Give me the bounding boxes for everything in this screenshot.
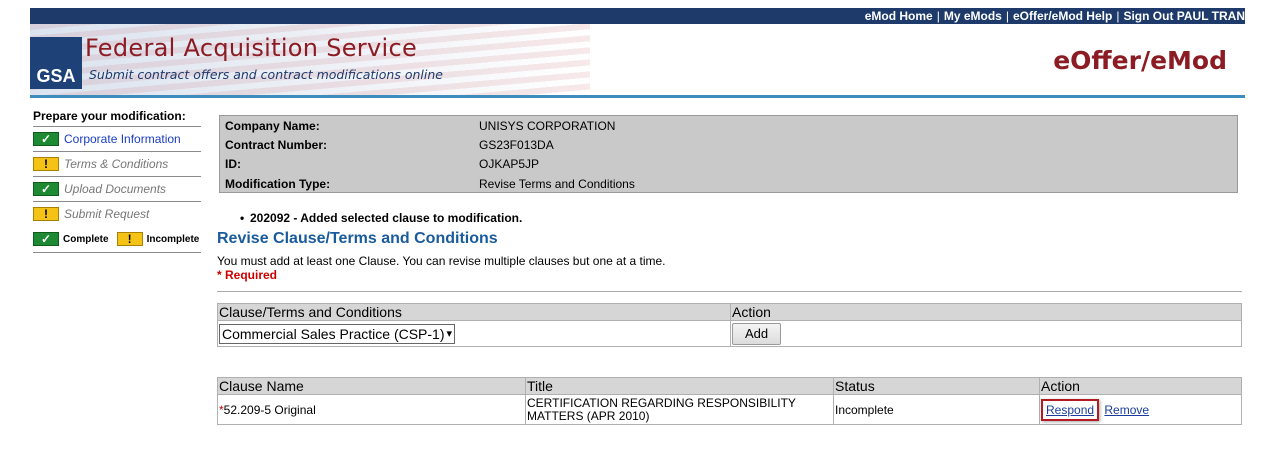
top-nav-links: eMod Home | My eMods | eOffer/eMod Help | Sign… [864, 9, 1245, 23]
clause-name: 52.209-5 Original [223, 402, 316, 417]
checkmark-icon: ✓ [33, 132, 59, 146]
sidebar-title: Prepare your modification: [33, 109, 186, 123]
sidebar-item-upload-documents: ✓ Upload Documents [33, 176, 201, 201]
status-legend: ✓ Complete ! Incomplete [33, 226, 201, 253]
app-title: eOffer/eMod [1053, 46, 1227, 75]
legend-incomplete: Incomplete [146, 233, 200, 245]
column-header: Clause Name [217, 377, 526, 395]
nav-sign-out[interactable]: Sign Out PAUL TRAN [1123, 9, 1245, 23]
agency-title: Federal Acquisition Service [85, 34, 418, 62]
sidebar-item-label: Submit Request [64, 207, 150, 221]
required-note: * Required [217, 268, 278, 282]
sidebar-item-submit-request: ! Submit Request [33, 201, 201, 226]
column-header: Action [730, 303, 1242, 321]
column-header: Clause/Terms and Conditions [217, 303, 731, 321]
sidebar-item-label: Terms & Conditions [64, 157, 169, 171]
clause-select[interactable]: Commercial Sales Practice (CSP-1) ▾ [219, 323, 455, 344]
clause-name-cell: *52.209-5 Original [217, 394, 526, 425]
sidebar-item-terms-conditions: ! Terms & Conditions [33, 151, 201, 176]
column-header: Action [1039, 377, 1242, 395]
clause-status: Incomplete [833, 394, 1040, 425]
nav-my-emods[interactable]: My eMods [944, 9, 1002, 23]
top-nav-bar: eMod Home | My eMods | eOffer/eMod Help | Sign… [30, 8, 1245, 24]
info-label: Company Name: [225, 119, 320, 133]
agency-subtitle: Submit contract offers and contract modi… [89, 67, 443, 82]
gsa-logo: GSA [30, 37, 82, 89]
info-label: Modification Type: [225, 177, 331, 191]
clause-table: Clause Name Title Status Action *52.209-… [217, 377, 1242, 425]
checkmark-icon: ✓ [33, 232, 59, 246]
add-clause-table: Clause/Terms and Conditions Action Comme… [217, 303, 1242, 347]
sidebar-item-corporate-information[interactable]: ✓ Corporate Information [33, 126, 201, 151]
column-header: Status [833, 377, 1040, 395]
info-label: Contract Number: [225, 138, 328, 152]
nav-help[interactable]: eOffer/eMod Help [1013, 9, 1112, 23]
status-message-text: 202092 - Added selected clause to modifi… [250, 211, 523, 225]
page-title: Revise Clause/Terms and Conditions [217, 230, 498, 247]
clause-select-value: Commercial Sales Practice (CSP-1) [222, 325, 445, 342]
table-row: *52.209-5 Original CERTIFICATION REGARDI… [217, 394, 1242, 425]
sidebar-item-label[interactable]: Corporate Information [64, 132, 181, 146]
bullet-icon: • [240, 211, 245, 225]
info-value: GS23F013DA [479, 138, 554, 152]
banner-divider [30, 95, 1245, 98]
header-banner: GSA Federal Acquisition Service Submit c… [30, 24, 1245, 96]
clause-title: CERTIFICATION REGARDING RESPONSIBILITY M… [525, 394, 834, 425]
chevron-down-icon: ▾ [446, 328, 452, 340]
checkmark-icon: ✓ [33, 182, 59, 196]
instructions-text: You must add at least one Clause. You ca… [217, 254, 666, 268]
info-value: Revise Terms and Conditions [479, 177, 635, 191]
exclamation-icon: ! [116, 232, 143, 246]
info-value: UNISYS CORPORATION [479, 119, 616, 133]
respond-highlight: Respond [1041, 398, 1100, 421]
contract-info-box: Company Name: UNISYS CORPORATION Contrac… [219, 115, 1238, 193]
respond-link[interactable]: Respond [1046, 403, 1094, 417]
info-value: OJKAP5JP [479, 157, 540, 171]
column-header: Title [525, 377, 834, 395]
add-button[interactable]: Add [732, 322, 782, 345]
legend-complete: Complete [63, 233, 109, 245]
exclamation-icon: ! [33, 207, 59, 221]
info-label: ID: [225, 157, 241, 171]
sidebar: Prepare your modification: ✓ Corporate I… [33, 109, 201, 253]
remove-link[interactable]: Remove [1104, 403, 1149, 417]
sidebar-item-label: Upload Documents [64, 182, 167, 196]
exclamation-icon: ! [33, 157, 59, 171]
nav-emod-home[interactable]: eMod Home [865, 9, 933, 23]
status-message: • 202092 - Added selected clause to modi… [240, 211, 523, 225]
clause-actions: Respond Remove [1039, 394, 1242, 425]
divider [217, 291, 1242, 292]
